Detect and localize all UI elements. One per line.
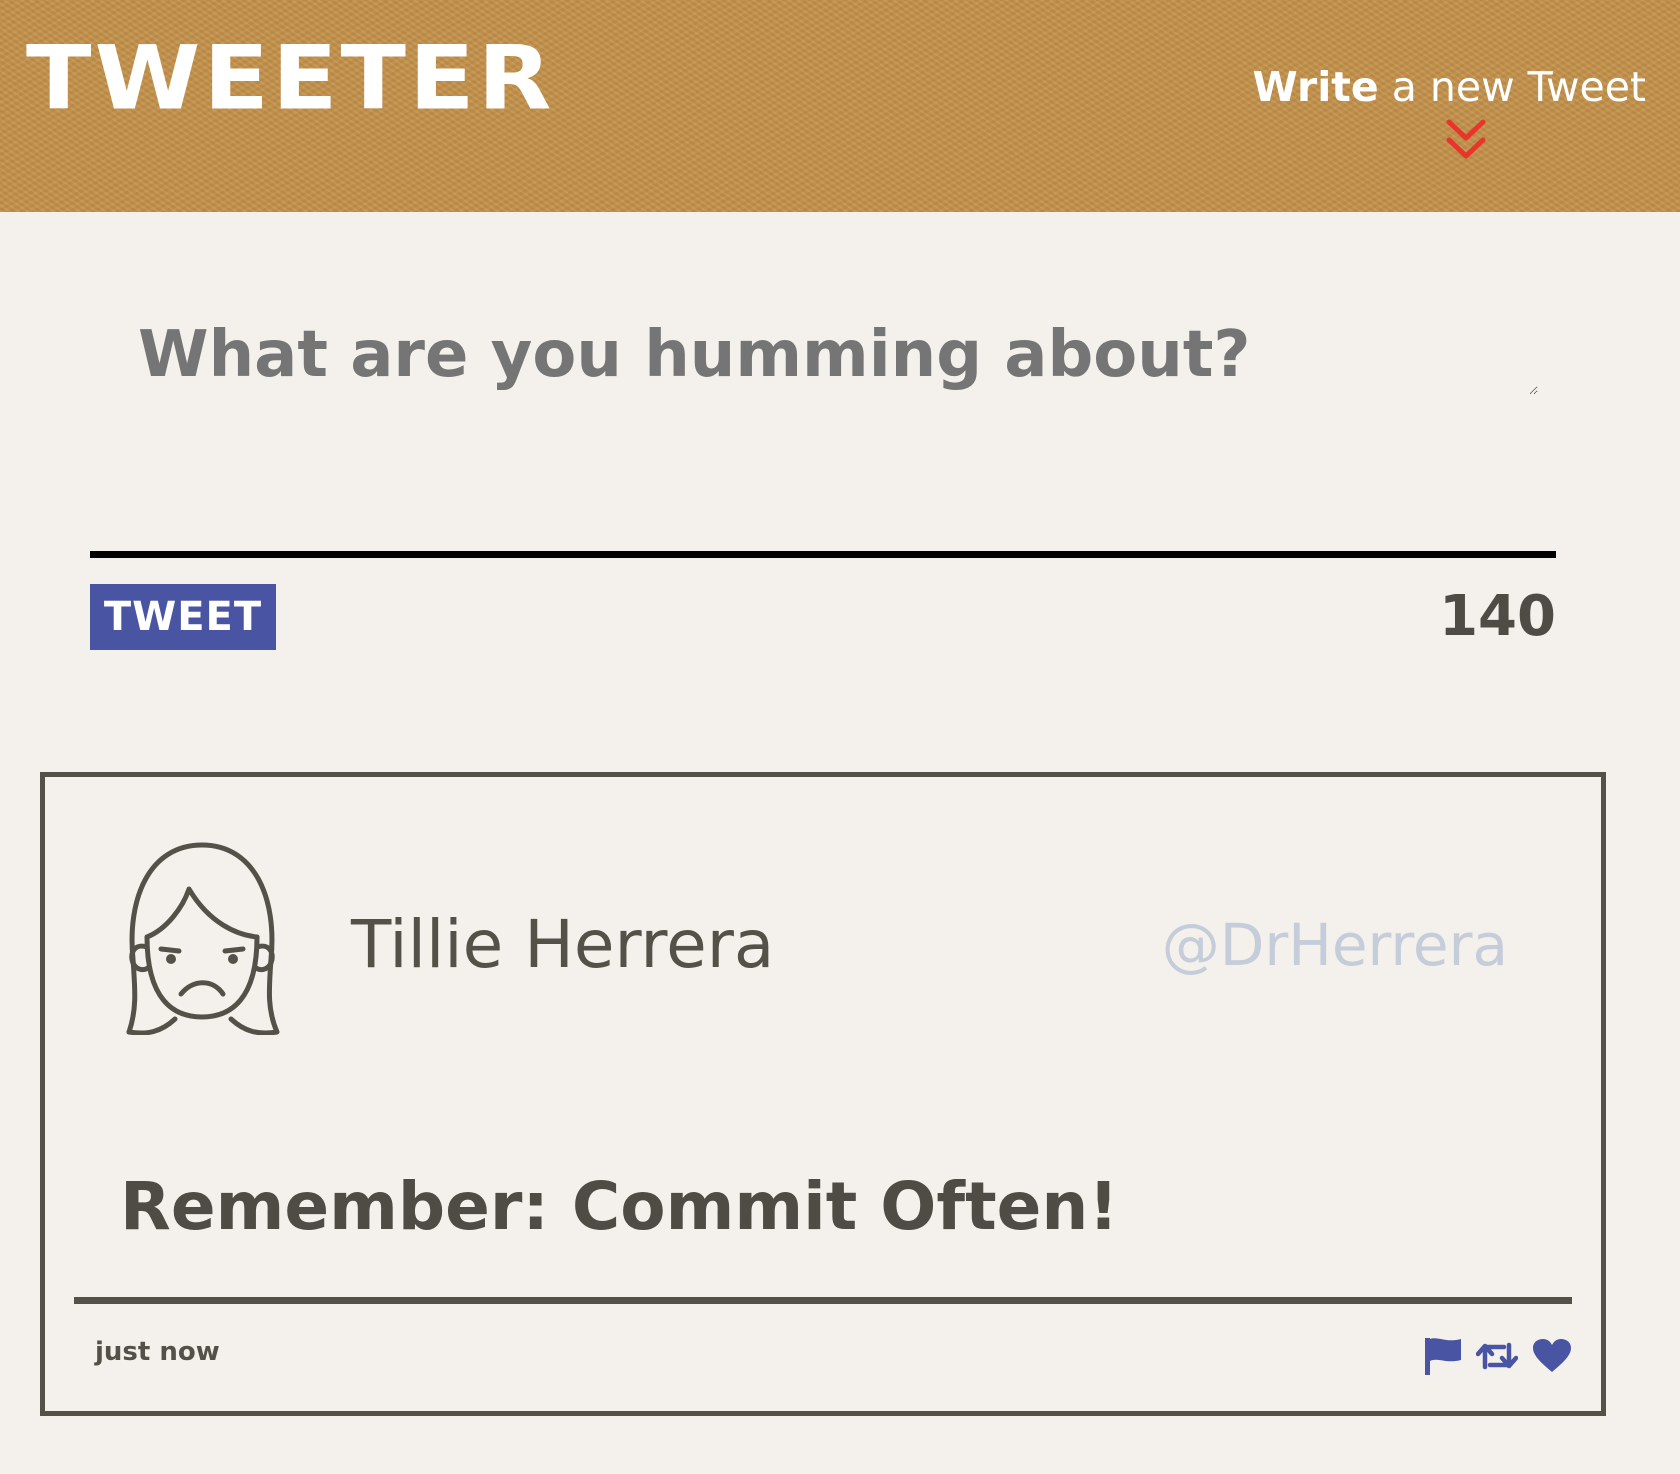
author-name[interactable]: Tillie Herrera (351, 905, 774, 985)
character-counter: 140 (1439, 584, 1556, 649)
site-logo[interactable]: TWEETER (26, 34, 555, 122)
tweet-input[interactable] (138, 315, 1538, 395)
face-avatar-icon (126, 842, 280, 1035)
write-new-tweet-strong: Write (1252, 63, 1379, 111)
composer-divider (90, 551, 1556, 558)
retweet-icon[interactable] (1476, 1339, 1518, 1373)
tweet-content: Remember: Commit Often! (120, 1168, 1119, 1245)
double-chevron-down-icon[interactable] (1444, 118, 1488, 162)
flag-icon[interactable] (1424, 1336, 1462, 1376)
heart-icon[interactable] (1532, 1338, 1572, 1374)
tweet-card: Tillie Herrera @DrHerrera Remember: Comm… (40, 772, 1606, 1416)
tweet-button[interactable]: TWEET (90, 584, 276, 650)
site-header: TWEETER Write a new Tweet (0, 0, 1680, 212)
tweet-timestamp: just now (95, 1337, 220, 1367)
write-new-tweet-rest: a new Tweet (1378, 63, 1646, 111)
author-handle[interactable]: @DrHerrera (1162, 905, 1508, 985)
tweet-actions (1424, 1336, 1572, 1376)
tweet-card-divider (74, 1297, 1572, 1304)
write-new-tweet-toggle[interactable]: Write a new Tweet (1253, 62, 1646, 112)
